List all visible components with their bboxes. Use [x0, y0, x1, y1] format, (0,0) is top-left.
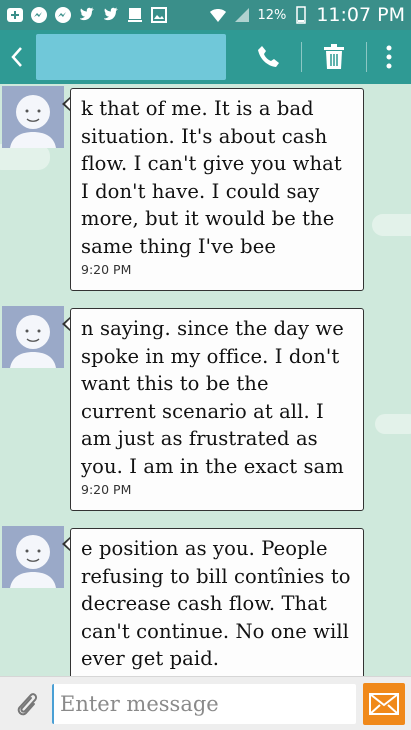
person-icon	[2, 306, 64, 368]
delete-icon	[324, 44, 344, 69]
person-icon	[2, 86, 64, 148]
send-button[interactable]	[363, 682, 405, 725]
call-icon	[258, 46, 279, 67]
avatar[interactable]	[2, 86, 64, 148]
message-text: k that of me. It is a bad situation. It'…	[81, 97, 342, 258]
avatar[interactable]	[2, 526, 64, 588]
conversation-list[interactable]: k that of me. It is a bad situation. It'…	[0, 84, 411, 676]
calendar-icon	[126, 6, 144, 24]
gallery-icon	[150, 6, 168, 24]
signal-icon	[233, 6, 251, 24]
twitter-icon	[78, 6, 96, 24]
message-time: 9:20 PM	[81, 482, 132, 497]
twitter-icon	[102, 6, 120, 24]
background-cloud	[372, 214, 411, 236]
message-text: e position as you. People refusing to bi…	[81, 537, 351, 670]
message-bubble[interactable]: n saying. since the day we spoke in my o…	[70, 308, 364, 511]
wifi-icon	[209, 6, 227, 24]
clock: 11:07 PM	[316, 4, 405, 26]
messenger-icon	[30, 6, 48, 24]
message-bubble[interactable]: k that of me. It is a bad situation. It'…	[70, 88, 364, 291]
battery-icon	[292, 6, 310, 24]
paperclip-icon	[17, 692, 38, 715]
message-input-wrap	[52, 683, 356, 724]
add-icon	[6, 6, 24, 24]
message-input[interactable]	[60, 691, 350, 716]
person-icon	[2, 526, 64, 588]
messenger-icon	[54, 6, 72, 24]
message-bubble[interactable]: e position as you. People refusing to bi…	[70, 528, 364, 676]
chevron-left-icon	[11, 47, 22, 67]
more-icon	[386, 45, 392, 69]
delete-button[interactable]	[302, 30, 366, 84]
call-button[interactable]	[237, 30, 301, 84]
composer-bar	[0, 676, 411, 730]
app-bar	[0, 30, 411, 84]
more-button[interactable]	[367, 30, 411, 84]
background-cloud	[375, 414, 411, 434]
envelope-icon	[369, 692, 399, 715]
message-time: 9:20 PM	[81, 262, 132, 277]
contact-name[interactable]	[36, 34, 226, 80]
battery-percent: 12%	[257, 7, 287, 23]
back-button[interactable]	[0, 30, 34, 84]
avatar[interactable]	[2, 306, 64, 368]
message-text: n saying. since the day we spoke in my o…	[81, 317, 344, 478]
status-bar: 12% 11:07 PM	[0, 0, 411, 30]
attach-button[interactable]	[0, 677, 52, 730]
